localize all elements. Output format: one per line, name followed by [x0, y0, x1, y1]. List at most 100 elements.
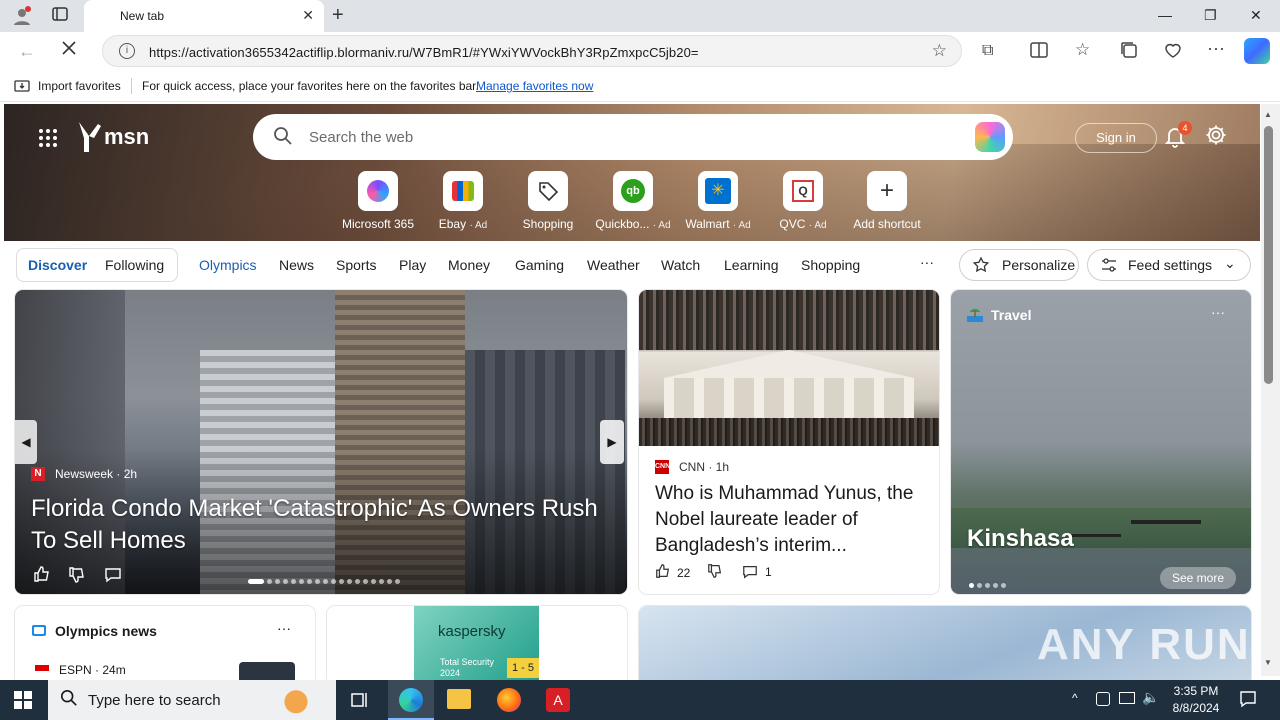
search-highlight-cat-icon	[276, 682, 316, 718]
add-shortcut-button[interactable]: + Add shortcut	[847, 171, 927, 231]
nav-money[interactable]: Money	[448, 257, 490, 273]
tab-new-tab[interactable]: New tab ✕	[84, 0, 324, 32]
olympics-news-title[interactable]: Olympics news	[55, 623, 157, 639]
scroll-down-arrow-icon[interactable]: ▼	[1264, 658, 1272, 667]
nav-sports[interactable]: Sports	[336, 257, 376, 273]
story-image-card[interactable]: ANY RUN	[639, 606, 1251, 686]
favorites-bar: Import favorites For quick access, place…	[0, 70, 1280, 102]
file-explorer-icon[interactable]	[447, 689, 471, 709]
site-info-icon[interactable]: i	[119, 43, 135, 59]
task-view-icon[interactable]	[350, 690, 370, 715]
carousel-dots[interactable]	[248, 571, 403, 589]
minimize-icon[interactable]: —	[1158, 7, 1172, 23]
cnn-story-card[interactable]: CNN CNN · 1h Who is Muhammad Yunus, the …	[639, 290, 939, 594]
like-icon[interactable]	[655, 563, 671, 584]
shortcut-microsoft-365[interactable]: Microsoft 365	[338, 171, 418, 231]
cnn-story-title[interactable]: Who is Muhammad Yunus, the Nobel laureat…	[655, 481, 927, 559]
more-menu-icon[interactable]: ···	[1207, 38, 1225, 59]
nav-weather[interactable]: Weather	[587, 257, 640, 273]
new-tab-plus-icon[interactable]: +	[332, 4, 344, 27]
comment-icon[interactable]	[742, 564, 758, 585]
main-story-title[interactable]: Florida Condo Market 'Catastrophic' As O…	[31, 493, 621, 557]
taskbar-search-placeholder: Type here to search	[88, 692, 221, 709]
personalize-button[interactable]: Personalize	[959, 249, 1079, 281]
favorites-icon[interactable]: ☆	[1075, 40, 1090, 60]
nav-watch[interactable]: Watch	[661, 257, 700, 273]
story-source: ESPN · 24m	[59, 663, 126, 677]
msn-logo-icon[interactable]	[76, 120, 102, 159]
search-icon	[273, 126, 293, 151]
carousel-dots[interactable]	[969, 575, 1009, 593]
favorite-star-icon[interactable]: ☆	[932, 41, 947, 61]
carousel-prev-arrow-icon[interactable]: ◀	[15, 420, 37, 464]
taskbar-edge-button[interactable]	[388, 680, 434, 720]
sign-in-button[interactable]: Sign in	[1075, 123, 1157, 153]
windows-start-icon[interactable]	[14, 691, 32, 714]
shortcut-label: Microsoft 365	[341, 217, 415, 231]
settings-gear-icon[interactable]	[1205, 124, 1227, 152]
close-window-icon[interactable]: ✕	[1250, 7, 1262, 24]
shortcut-ebay[interactable]: Ebay · Ad	[423, 171, 503, 231]
network-icon[interactable]	[1119, 692, 1135, 704]
travel-card[interactable]: Travel ··· Kinshasa See more	[951, 290, 1251, 594]
carousel-next-arrow-icon[interactable]: ▶	[600, 420, 624, 464]
import-favorites-button[interactable]: Import favorites	[38, 79, 121, 93]
address-bar[interactable]: i https://activation3655342actiflip.blor…	[102, 35, 962, 67]
clock-time[interactable]: 3:35 PM	[1170, 684, 1222, 698]
travel-title[interactable]: Kinshasa	[967, 525, 1074, 553]
card-menu-icon[interactable]: ···	[1211, 304, 1225, 320]
card-menu-icon[interactable]: ···	[277, 620, 291, 636]
chevron-down-icon: ⌄	[1224, 255, 1236, 271]
shortcut-label: Ebay	[438, 217, 467, 231]
web-search-box[interactable]: Search the web	[253, 114, 1013, 160]
shortcut-quickbooks[interactable]: qb Quickbo... · Ad	[593, 171, 673, 231]
stop-loading-icon[interactable]	[60, 39, 78, 62]
kaspersky-ad-card[interactable]: kaspersky Total Security 2024 1 - 5	[327, 606, 627, 686]
taskbar-search-box[interactable]: Type here to search	[48, 680, 336, 720]
dislike-icon[interactable]	[68, 566, 86, 589]
nav-gaming[interactable]: Gaming	[515, 257, 564, 273]
copilot-icon[interactable]	[1244, 38, 1270, 64]
feed-settings-button[interactable]: Feed settings ⌄	[1087, 249, 1251, 281]
tab-actions-icon[interactable]	[52, 6, 68, 25]
device-icon[interactable]	[1096, 692, 1110, 706]
dislike-icon[interactable]	[707, 563, 723, 584]
browser-essentials-icon[interactable]	[1164, 41, 1182, 64]
comment-icon[interactable]	[104, 566, 122, 589]
copilot-search-icon[interactable]	[975, 122, 1005, 152]
extensions-icon[interactable]: ⧉	[982, 42, 993, 60]
see-more-button[interactable]: See more	[1160, 567, 1236, 589]
firefox-icon[interactable]	[497, 688, 521, 712]
profile-icon[interactable]	[12, 6, 32, 29]
olympics-news-card[interactable]: Olympics news ··· ESPN · 24m	[15, 606, 315, 686]
shortcut-shopping[interactable]: Shopping	[508, 171, 588, 231]
acrobat-icon[interactable]: A	[546, 688, 570, 712]
tab-following[interactable]: Following	[105, 257, 164, 273]
scroll-up-arrow-icon[interactable]: ▲	[1264, 110, 1272, 119]
nav-learning[interactable]: Learning	[724, 257, 779, 273]
nav-shopping[interactable]: Shopping	[801, 257, 860, 273]
comment-count: 1	[765, 565, 772, 579]
nav-more-icon[interactable]: ···	[920, 254, 934, 270]
tab-discover[interactable]: Discover	[28, 257, 87, 273]
tray-overflow-chevron-icon[interactable]: ^	[1072, 691, 1078, 705]
manage-favorites-link[interactable]: Manage favorites now	[476, 79, 593, 93]
nav-news[interactable]: News	[279, 257, 314, 273]
shortcut-walmart[interactable]: ✳ Walmart · Ad	[678, 171, 758, 231]
volume-icon[interactable]: 🔈	[1142, 689, 1159, 706]
close-tab-icon[interactable]: ✕	[302, 7, 314, 24]
quickbooks-icon: qb	[613, 171, 653, 211]
app-launcher-icon[interactable]	[38, 128, 58, 153]
collections-icon[interactable]	[1120, 41, 1138, 64]
nav-play[interactable]: Play	[399, 257, 426, 273]
nav-olympics[interactable]: Olympics	[199, 257, 257, 273]
shortcut-qvc[interactable]: Q QVC · Ad	[763, 171, 843, 231]
back-arrow-icon[interactable]: ←	[18, 41, 36, 62]
shopping-tag-icon	[528, 171, 568, 211]
scrollbar-thumb[interactable]	[1264, 126, 1273, 384]
restore-icon[interactable]: ❐	[1204, 7, 1217, 24]
notification-center-icon[interactable]	[1239, 690, 1257, 713]
clock-date[interactable]: 8/8/2024	[1166, 701, 1226, 715]
split-screen-icon[interactable]	[1030, 41, 1048, 64]
like-icon[interactable]	[33, 565, 51, 588]
